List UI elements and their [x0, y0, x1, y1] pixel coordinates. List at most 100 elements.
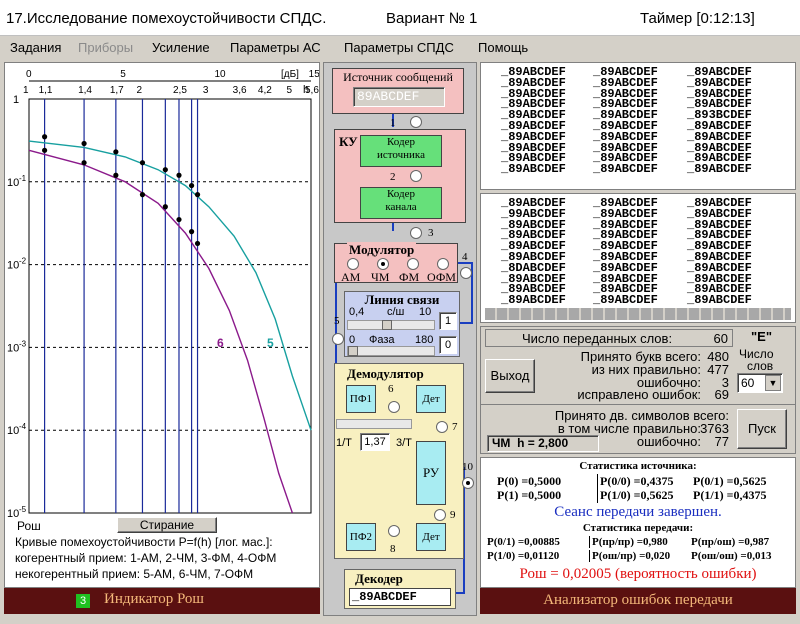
data-point [194, 240, 201, 247]
y-tick-exponent: -3 [19, 339, 27, 348]
window-title: 17.Исследование помехоустойчивости СПДС. [6, 10, 327, 27]
y-tick-label: 10 [7, 260, 19, 272]
db-tick-label: 10 [214, 69, 226, 80]
menu-params-spds[interactable]: Параметры СПДС [344, 40, 454, 55]
sn-value[interactable]: 1 [439, 312, 457, 330]
modulator-box: Модулятор АМ ЧМ ФМ ОФМ [334, 242, 458, 284]
ku-label: КУ [339, 134, 358, 149]
decoder-label: Декодер [355, 571, 403, 586]
sn-min: 0,4 [349, 306, 365, 318]
noise-immunity-chart: 110 -110 -210 -310 -410 -51 1,1 1,4 1,7 2 2,5 3 3,6 4… [7, 69, 319, 519]
point-6-radio[interactable] [388, 401, 400, 413]
fixed-label: исправлено ошибок: [577, 387, 701, 402]
phase-value[interactable]: 0 [439, 336, 457, 354]
data-point [188, 182, 195, 189]
menu-params-as[interactable]: Параметры АС [230, 40, 321, 55]
data-point [81, 140, 87, 147]
phase-slider[interactable] [347, 346, 435, 356]
demodulator-label: Демодулятор [347, 366, 424, 381]
point-8-radio[interactable] [388, 525, 400, 537]
phase-slider-thumb[interactable] [348, 346, 358, 356]
sent-codes-box: _89ABCDEF _89ABCDEF _89ABCDEF _89ABCDEF … [480, 62, 796, 190]
words-count-select[interactable]: 60 ▼ [737, 373, 783, 393]
analyzer-footer: Анализатор ошибок передачи [480, 588, 796, 614]
h-tick-label: 4,2 [258, 85, 272, 96]
data-point [188, 229, 195, 235]
point-7-radio[interactable] [436, 421, 448, 433]
point-3-radio[interactable] [410, 227, 422, 239]
words-count-label-2: слов [747, 359, 774, 373]
mod-pm-label: ФМ [399, 270, 420, 284]
det2-block: Дет [416, 523, 446, 551]
p1: P(1) =0,5000 [497, 488, 562, 502]
h-tick-label: 3 [203, 85, 209, 96]
received-codes-col-3: _89ABCDEF _89ABCDEF _89ABCDEF _89ABCDEF … [687, 196, 752, 308]
point-10-radio[interactable] [462, 477, 474, 489]
point-9-radio[interactable] [434, 509, 446, 521]
words-sent-row: Число переданных слов: 60 [485, 329, 733, 347]
pf1-block: ПФ1 [346, 385, 376, 413]
mod-fm-label: ЧМ [371, 270, 390, 284]
point-4-radio[interactable] [460, 267, 472, 279]
channel-coder: Кодер канала [360, 187, 442, 219]
mod-fm-radio[interactable] [377, 258, 389, 270]
t-slider[interactable] [336, 419, 412, 429]
channel-coder-line2: канала [385, 201, 417, 213]
received-codes-col-1: _89ABCDEF _99ABCDEF _89ABCDEF _89ABCDEF … [501, 196, 566, 308]
phase-min: 0 [349, 334, 356, 346]
start-button[interactable]: Пуск [737, 409, 787, 449]
h-tick-label: 1,4 [78, 85, 92, 96]
p11: P(1/1) =0,4375 [693, 488, 767, 502]
sn-slider-thumb[interactable] [382, 320, 392, 330]
sn-slider[interactable] [347, 320, 435, 330]
e-label: "E" [751, 329, 772, 344]
menu-devices[interactable]: Приборы [78, 40, 133, 55]
chevron-down-icon[interactable]: ▼ [765, 375, 781, 391]
point-3-label: 3 [428, 227, 434, 239]
words-sent-label: Число переданных слов: [522, 331, 673, 346]
bin-wrong-value: 77 [714, 434, 729, 449]
point-1-radio[interactable] [410, 116, 422, 128]
received-codes-col-2: _89ABCDEF _89ABCDEF _89ABCDEF _89ABCDEF … [593, 196, 658, 308]
clear-button[interactable]: Стирание [117, 517, 217, 533]
y-tick-label: 10 [7, 425, 19, 437]
point-2-radio[interactable] [410, 170, 422, 182]
pf2-block: ПФ2 [346, 523, 376, 551]
mod-dpsk-radio[interactable] [437, 258, 449, 270]
mod-am-radio[interactable] [347, 258, 359, 270]
db-unit-label: [дБ] [281, 69, 299, 80]
data-point [81, 160, 87, 166]
y-axis-caption: Рош [17, 519, 41, 533]
h-tick-label: 5 [286, 85, 292, 96]
menu-help[interactable]: Помощь [478, 40, 528, 55]
channel-box: Линия связи 0,4 с/ш 10 1 0 Фаза 180 0 [344, 291, 460, 357]
p0: P(0) =0,5000 [497, 474, 562, 488]
variant-label: Вариант № 1 [386, 10, 478, 27]
qoo: P(ош/ош) =0,013 [691, 550, 772, 562]
t-value[interactable]: 1,37 [360, 433, 390, 451]
data-point [194, 192, 201, 198]
indicator-footer: 3 Индикатор Рош [4, 588, 320, 614]
point-1-label: 1 [390, 117, 396, 129]
modulator-label: Модулятор [347, 242, 417, 258]
decision-block: РУ [416, 441, 446, 505]
db-tick-label: 15 [309, 69, 319, 80]
point-6-label: 6 [388, 383, 394, 395]
fixed-value: 69 [714, 387, 729, 402]
exit-button[interactable]: Выход [485, 359, 535, 393]
p00: P(0/0) =0,4375 [597, 474, 674, 489]
menu-tasks[interactable]: Задания [10, 40, 61, 55]
t-max: 3/T [396, 437, 412, 449]
data-point [162, 167, 168, 173]
qpp: P(пр/пр) =0,980 [589, 536, 668, 548]
det1-block: Дет [416, 385, 446, 413]
received-codes-box: _89ABCDEF _99ABCDEF _89ABCDEF _89ABCDEF … [480, 193, 796, 323]
mod-dpsk-label: ОФМ [427, 270, 456, 284]
mod-pm-radio[interactable] [407, 258, 419, 270]
progress-bar [485, 308, 791, 320]
qop: P(ош/пр) =0,020 [589, 550, 670, 562]
menu-gain[interactable]: Усиление [152, 40, 210, 55]
point-5-radio[interactable] [332, 333, 344, 345]
data-point [176, 216, 182, 223]
decoder-box: Декодер _89ABCDEF [344, 569, 456, 609]
